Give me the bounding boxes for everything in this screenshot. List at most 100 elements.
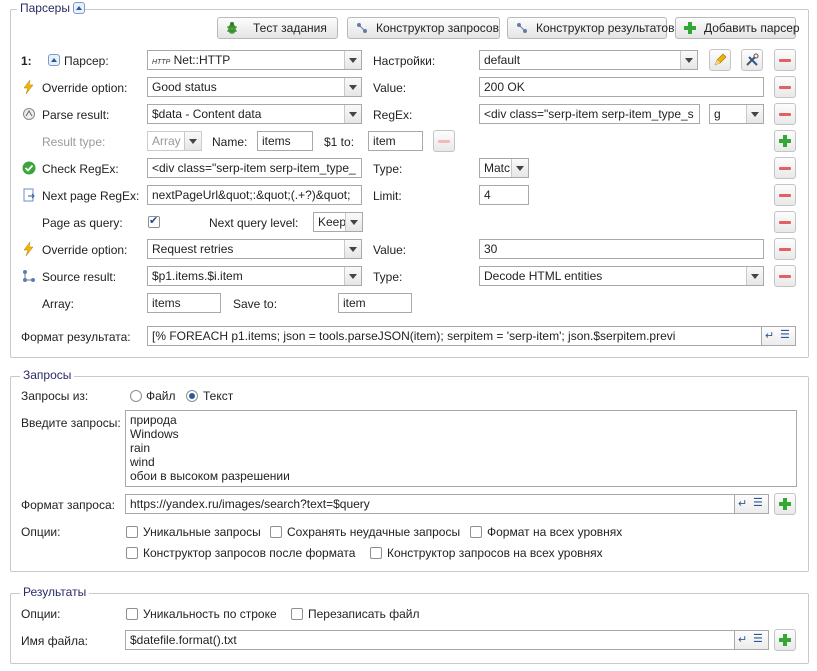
remove-check-regex-button[interactable] <box>774 157 796 179</box>
from-text-label: Текст <box>203 389 234 403</box>
page-as-query-checkbox[interactable] <box>148 214 160 228</box>
result-type-select[interactable]: Array <box>147 131 202 151</box>
settings-select[interactable]: default <box>479 50 698 70</box>
remove-parser-button[interactable] <box>774 49 796 71</box>
query-line: обои в высоком разрешении <box>130 469 290 483</box>
tools-button[interactable] <box>741 49 763 71</box>
value-label: Value: <box>373 243 407 257</box>
builder-icon <box>517 23 527 33</box>
queries-from-label: Запросы из: <box>21 389 89 403</box>
builder-icon <box>357 23 367 33</box>
one-to-input[interactable]: item <box>368 131 423 151</box>
unique-queries-checkbox[interactable] <box>126 526 138 538</box>
edit-settings-button[interactable] <box>709 49 731 71</box>
results-options-label: Опции: <box>21 607 61 621</box>
remove-source-result-button[interactable] <box>774 265 796 287</box>
parser-label: Парсер: <box>64 54 109 68</box>
bug-icon <box>227 22 237 34</box>
save-to-input[interactable]: item <box>338 293 412 313</box>
name-input[interactable]: items <box>257 131 313 151</box>
override-option-2-select[interactable]: Request retries <box>147 239 362 259</box>
override-value-2-input[interactable]: 30 <box>479 239 764 259</box>
parse-result-select[interactable]: $data - Content data <box>147 104 362 124</box>
query-builder-button[interactable]: Конструктор запросов <box>347 17 500 39</box>
remove-override-button[interactable] <box>774 76 796 98</box>
one-to-label: $1 to: <box>324 135 355 149</box>
query-format-input[interactable]: https://yandex.ru/images/search?text=$qu… <box>125 494 735 514</box>
builder-after-format-checkbox[interactable] <box>126 547 138 559</box>
filename-editor-buttons[interactable]: ↵ ☰ <box>735 630 769 650</box>
check-regex-input[interactable]: <div class="serp-item serp-item_type_ <box>147 158 362 178</box>
check-circle-icon <box>22 161 36 175</box>
regex-label: RegEx: <box>373 108 413 122</box>
array-input[interactable]: items <box>147 293 221 313</box>
query-line: Windows <box>130 427 179 441</box>
next-query-level-select[interactable]: Keep <box>313 212 363 232</box>
query-line: природа <box>130 413 177 427</box>
remove-parse-result-button[interactable] <box>774 103 796 125</box>
array-label: Array: <box>42 297 75 311</box>
list-icon[interactable]: ☰ <box>753 632 763 645</box>
result-type-label: Result type: <box>42 135 106 149</box>
result-builder-button[interactable]: Конструктор результатов <box>507 17 674 39</box>
overwrite-file-checkbox[interactable] <box>291 608 303 620</box>
check-type-select[interactable]: Matc <box>479 158 529 178</box>
source-result-icon <box>23 270 35 282</box>
result-format-editor-buttons[interactable]: ↵ ☰ <box>762 326 796 346</box>
source-result-select[interactable]: $p1.items.$i.item <box>147 266 362 286</box>
type-label: Type: <box>373 162 403 176</box>
regex-flags-select[interactable]: g <box>709 104 764 124</box>
test-task-button[interactable]: Тест задания <box>217 17 338 39</box>
source-result-label: Source result: <box>42 270 117 284</box>
from-file-radio[interactable] <box>130 390 142 402</box>
save-failed-label: Сохранять неудачные запросы <box>287 525 461 539</box>
collapse-parsers-icon[interactable] <box>73 2 85 14</box>
next-page-regex-input[interactable]: nextPageUrl&quot;:&quot;(.+?)&quot; <box>147 185 362 205</box>
list-icon[interactable]: ☰ <box>780 328 790 341</box>
unique-line-label: Уникальность по строке <box>143 607 277 621</box>
override-value-input[interactable]: 200 OK <box>479 77 764 97</box>
builder-all-levels-checkbox[interactable] <box>370 547 382 559</box>
add-query-format-button[interactable] <box>774 493 796 515</box>
add-result-button[interactable] <box>774 130 796 152</box>
enter-queries-label: Введите запросы: <box>21 416 121 430</box>
remove-override-2-button[interactable] <box>774 238 796 260</box>
override-option-select[interactable]: Good status <box>147 77 362 97</box>
overwrite-file-label: Перезаписать файл <box>308 607 420 621</box>
unique-queries-label: Уникальные запросы <box>143 525 261 539</box>
remove-page-as-query-button[interactable] <box>774 211 796 233</box>
query-format-label: Формат запроса: <box>21 498 115 512</box>
wrap-icon[interactable]: ↵ <box>765 329 774 342</box>
from-text-radio[interactable] <box>186 390 198 402</box>
regex-input[interactable]: <div class="serp-item serp-item_type_s <box>479 104 700 124</box>
parser-select[interactable]: HTTP Net::HTTP <box>147 50 362 70</box>
format-all-levels-checkbox[interactable] <box>470 526 482 538</box>
collapse-parser-icon[interactable] <box>48 54 60 66</box>
limit-input[interactable]: 4 <box>479 185 529 205</box>
add-parser-button[interactable]: Добавить парсер <box>675 17 800 39</box>
list-icon[interactable]: ☰ <box>753 496 763 509</box>
filename-input[interactable]: $datefile.format().txt <box>125 630 735 650</box>
parse-result-icon <box>23 108 35 120</box>
test-task-label: Тест задания <box>253 21 327 35</box>
queries-textarea[interactable]: природа Windows rain wind обои в высоком… <box>125 410 797 487</box>
name-label: Name: <box>212 135 248 149</box>
source-type-select[interactable]: Decode HTML entities <box>479 266 764 286</box>
parser-index: 1: <box>21 54 32 68</box>
save-failed-checkbox[interactable] <box>270 526 282 538</box>
results-legend: Результаты <box>20 585 90 599</box>
unique-line-checkbox[interactable] <box>126 608 138 620</box>
add-filename-button[interactable] <box>774 629 796 651</box>
query-line: wind <box>130 455 155 469</box>
wrap-icon[interactable]: ↵ <box>738 497 747 510</box>
override-option-label: Override option: <box>42 81 128 95</box>
query-format-editor-buttons[interactable]: ↵ ☰ <box>735 494 769 514</box>
result-format-input[interactable]: [% FOREACH p1.items; json = tools.parseJ… <box>147 326 762 346</box>
add-parser-label: Добавить парсер <box>704 21 800 35</box>
next-query-level-label: Next query level: <box>209 216 299 230</box>
next-page-icon <box>23 188 35 202</box>
remove-next-page-button[interactable] <box>774 184 796 206</box>
remove-result-type-button[interactable] <box>433 130 455 152</box>
lightning-icon <box>23 242 34 256</box>
wrap-icon[interactable]: ↵ <box>738 633 747 646</box>
